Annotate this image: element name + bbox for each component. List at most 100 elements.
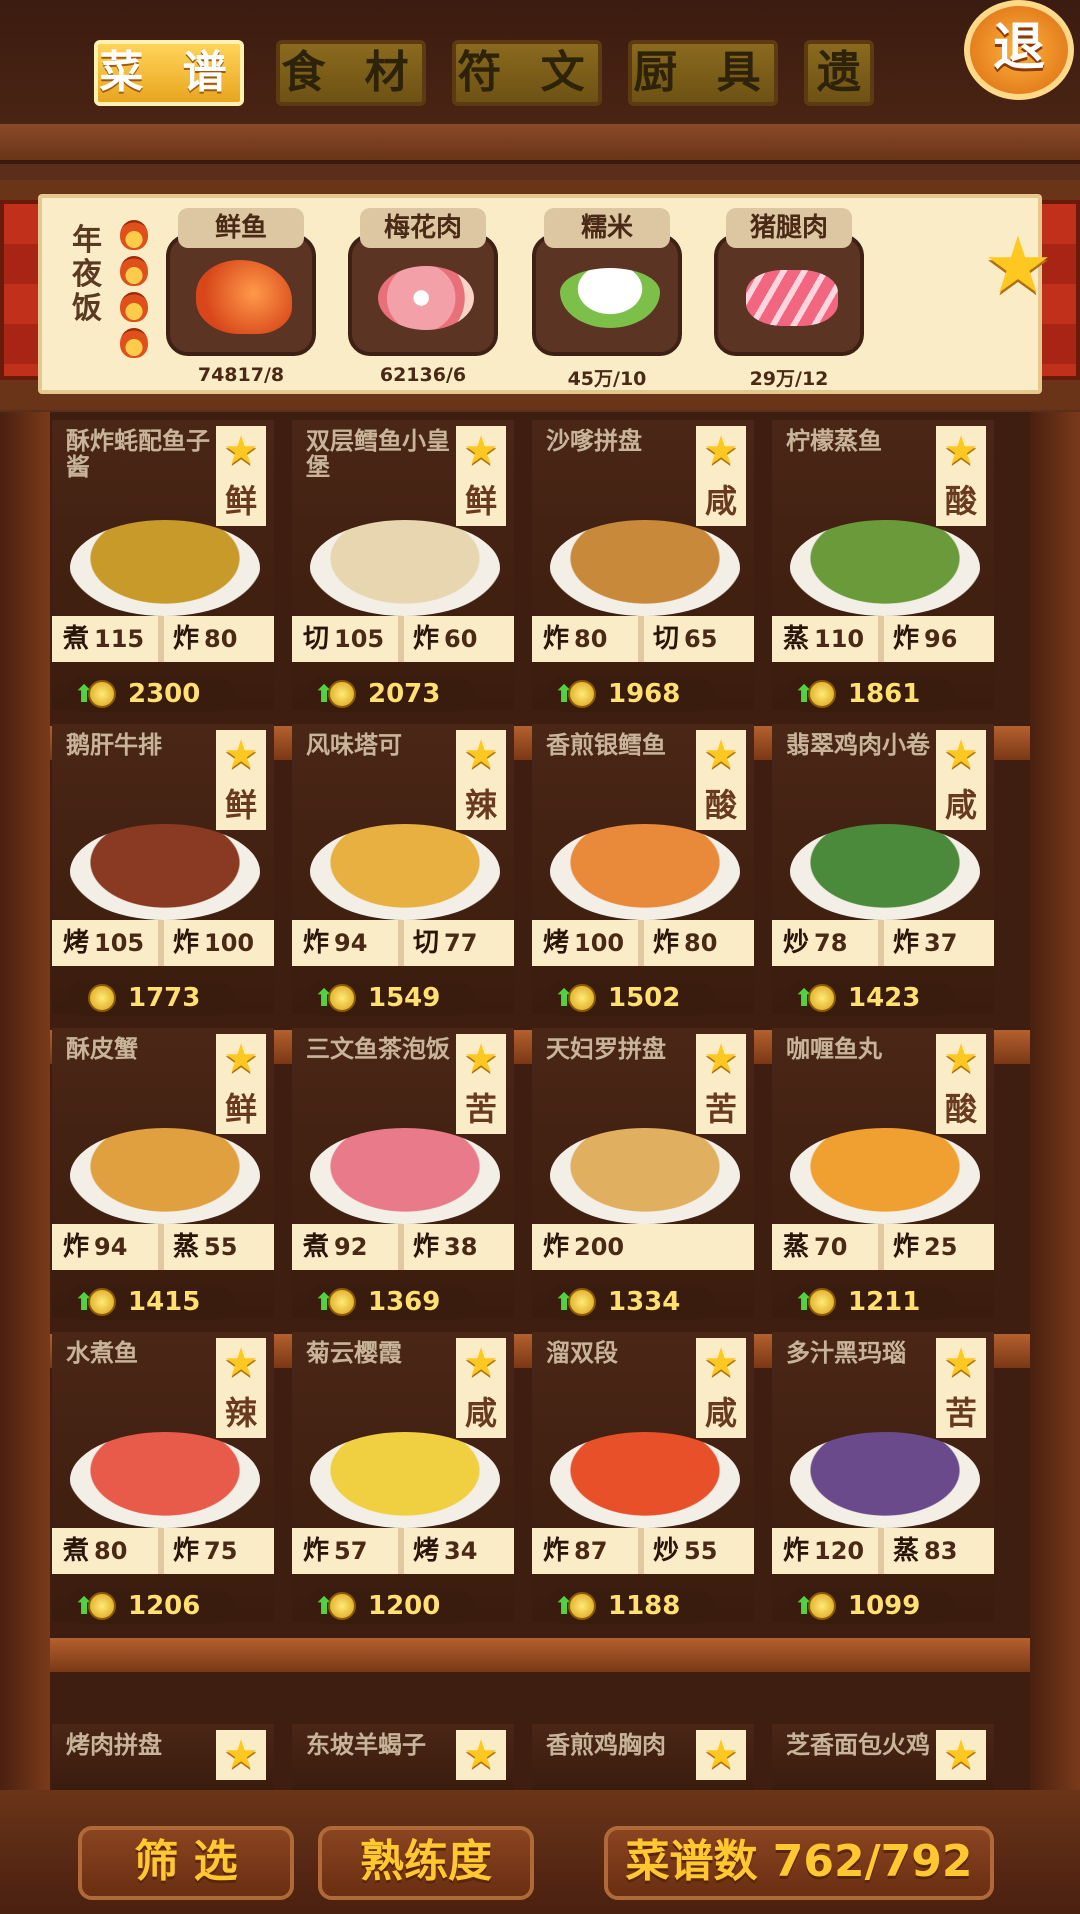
stat-method: 炸	[62, 1232, 89, 1262]
stat-value: 83	[924, 1537, 958, 1565]
tab-kitchenware[interactable]: 厨 具	[628, 40, 778, 106]
star-icon[interactable]: ★	[216, 426, 266, 476]
star-icon[interactable]: ★	[456, 426, 506, 476]
stat-primary: 炸 87	[538, 1528, 607, 1574]
recipe-card[interactable]: 香煎鸡胸肉 ★	[532, 1724, 754, 1790]
cooking-stats: 炸 80 切 65	[532, 616, 754, 662]
recipe-card[interactable]: 沙嗲拼盘 ★ 咸炸 80 切 65 ⬆ 1968	[532, 420, 754, 712]
stat-primary: 烤 100	[538, 920, 624, 966]
dish-image	[310, 824, 500, 920]
stat-divider	[638, 920, 644, 966]
recipe-card[interactable]: 风味塔可 ★ 辣炸 94 切 77 ⬆ 1549	[292, 724, 514, 1016]
stat-value: 105	[94, 929, 145, 957]
recipe-card[interactable]: 双层鳕鱼小皇堡 ★ 鲜切 105 炸 60 ⬆ 2073	[292, 420, 514, 712]
recipe-card[interactable]: 水煮鱼 ★ 辣煮 80 炸 75 ⬆ 1206	[52, 1332, 274, 1624]
stat-method: 煮	[302, 1232, 329, 1262]
recipe-card[interactable]: 柠檬蒸鱼 ★ 酸蒸 110 炸 96 ⬆ 1861	[772, 420, 994, 712]
price-value: 1334	[608, 1287, 681, 1317]
star-icon[interactable]: ★	[216, 730, 266, 780]
dish-image	[550, 1128, 740, 1224]
tab-ingredients[interactable]: 食 材	[276, 40, 426, 106]
tab-recipes[interactable]: 菜 谱	[94, 40, 244, 106]
star-icon[interactable]: ★	[216, 1034, 266, 1084]
recipe-card[interactable]: 菊云樱霞 ★ 咸炸 57 烤 34 ⬆ 1200	[292, 1332, 514, 1624]
proficiency-button[interactable]: 熟练度	[318, 1826, 534, 1900]
ingredient-pork[interactable]: 梅花肉 62136/6	[348, 208, 498, 393]
star-icon[interactable]: ★	[936, 1730, 986, 1780]
recipe-card[interactable]: 香煎银鳕鱼 ★ 酸烤 100 炸 80 ⬆ 1502	[532, 724, 754, 1016]
dish-image	[790, 520, 980, 616]
price-value: 1773	[128, 983, 201, 1013]
recipe-card[interactable]: 鹅肝牛排 ★ 鲜烤 105 炸 100 1773	[52, 724, 274, 1016]
price-tag: ⬆ 1206	[68, 1588, 234, 1624]
recipe-card[interactable]: 多汁黑玛瑙 ★ 苦炸 120 蒸 83 ⬆ 1099	[772, 1332, 994, 1624]
stat-value: 25	[924, 1233, 958, 1261]
stat-divider	[158, 920, 164, 966]
price-value: 1211	[848, 1287, 921, 1317]
price-value: 1206	[128, 1591, 201, 1621]
recipe-card[interactable]: 酥皮蟹 ★ 鲜炸 94 蒸 55 ⬆ 1415	[52, 1028, 274, 1320]
feast-title: 年夜饭	[72, 223, 102, 326]
recipe-grid[interactable]: 酥炸蚝配鱼子酱 ★ 鲜煮 115 炸 80 ⬆ 2300 双层鳕鱼小皇堡 ★ 鲜切 105 炸 60 ⬆ 20…	[50, 412, 1030, 1792]
ingredient-ham[interactable]: 猪腿肉 29万/12	[714, 208, 864, 393]
price-tag: ⬆ 1200	[308, 1588, 474, 1624]
recipe-card[interactable]: 天妇罗拼盘 ★ 苦炸 200 ⬆ 1334	[532, 1028, 754, 1320]
cooking-stats: 炸 200	[532, 1224, 754, 1270]
coin-icon	[568, 1592, 596, 1620]
star-icon[interactable]: ★	[696, 1730, 746, 1780]
dish-image	[70, 520, 260, 616]
star-icon[interactable]: ★	[696, 1034, 746, 1084]
rice-icon	[560, 268, 660, 328]
ingredient-fish[interactable]: 鲜鱼 74817/8	[166, 208, 316, 393]
coin-icon	[328, 1592, 356, 1620]
tab-runes[interactable]: 符 文	[452, 40, 602, 106]
ingredient-rice[interactable]: 糯米 45万/10	[532, 208, 682, 393]
star-icon[interactable]: ★	[456, 1338, 506, 1388]
recipe-card[interactable]: 咖喱鱼丸 ★ 酸蒸 70 炸 25 ⬆ 1211	[772, 1028, 994, 1320]
star-icon[interactable]: ★	[936, 1338, 986, 1388]
star-icon[interactable]: ★	[978, 226, 1058, 306]
recipe-card[interactable]: 溜双段 ★ 咸炸 87 炒 55 ⬆ 1188	[532, 1332, 754, 1624]
stat-value: 75	[204, 1537, 238, 1565]
star-icon[interactable]: ★	[456, 1034, 506, 1084]
stat-primary: 炸 94	[298, 920, 367, 966]
price-tag: ⬆ 2073	[308, 676, 474, 712]
stat-secondary: 炸 25	[888, 1224, 957, 1270]
filter-button[interactable]: 筛 选	[78, 1826, 294, 1900]
star-icon[interactable]: ★	[456, 730, 506, 780]
stat-divider	[158, 1224, 164, 1270]
recipe-card[interactable]: 翡翠鸡肉小卷 ★ 咸炒 78 炸 37 ⬆ 1423	[772, 724, 994, 1016]
star-icon[interactable]: ★	[216, 1338, 266, 1388]
recipe-card[interactable]: 三文鱼茶泡饭 ★ 苦煮 92 炸 38 ⬆ 1369	[292, 1028, 514, 1320]
star-icon[interactable]: ★	[216, 1730, 266, 1780]
star-icon[interactable]: ★	[936, 1034, 986, 1084]
recipe-name: 咖喱鱼丸	[786, 1035, 882, 1063]
recipe-card[interactable]: 芝香面包火鸡 ★	[772, 1724, 994, 1790]
recipe-card[interactable]: 烤肉拼盘 ★	[52, 1724, 274, 1790]
star-icon[interactable]: ★	[936, 730, 986, 780]
stat-secondary: 炸 80	[648, 920, 717, 966]
recipe-card[interactable]: 东坡羊蝎子 ★	[292, 1724, 514, 1790]
stat-value: 92	[334, 1233, 368, 1261]
stat-value: 100	[574, 929, 625, 957]
price-value: 1200	[368, 1591, 441, 1621]
dish-image	[790, 1128, 980, 1224]
tab-relics[interactable]: 遗	[804, 40, 874, 106]
ingredient-count: 62136/6	[379, 364, 467, 386]
stat-secondary: 炸 38	[408, 1224, 477, 1270]
stat-method: 切	[412, 928, 439, 958]
star-icon[interactable]: ★	[696, 730, 746, 780]
star-icon[interactable]: ★	[696, 1338, 746, 1388]
star-icon[interactable]: ★	[696, 426, 746, 476]
stat-value: 55	[204, 1233, 238, 1261]
star-icon[interactable]: ★	[456, 1730, 506, 1780]
stat-divider	[878, 1224, 884, 1270]
ingredient-slot	[532, 234, 682, 356]
quit-button[interactable]: 退	[964, 0, 1074, 100]
recipe-card[interactable]: 酥炸蚝配鱼子酱 ★ 鲜煮 115 炸 80 ⬆ 2300	[52, 420, 274, 712]
stat-value: 38	[444, 1233, 478, 1261]
stat-divider	[398, 616, 404, 662]
stat-value: 70	[814, 1233, 848, 1261]
star-icon[interactable]: ★	[936, 426, 986, 476]
cooking-stats: 烤 100 炸 80	[532, 920, 754, 966]
